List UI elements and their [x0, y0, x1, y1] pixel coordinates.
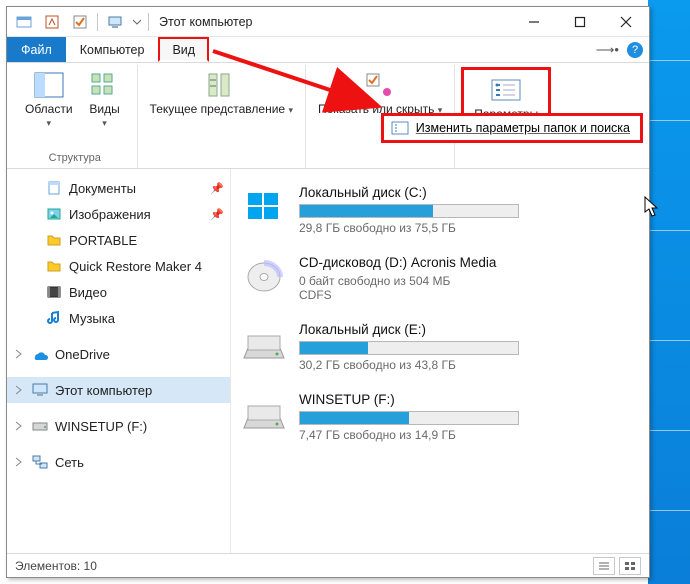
chevron-right-icon — [13, 384, 25, 396]
drive-name: Локальный диск (C:) — [299, 185, 639, 200]
window-title: Этот компьютер — [159, 15, 252, 29]
drive-name: CD-дисковод (D:) Acronis Media — [299, 255, 639, 270]
onedrive-icon — [31, 345, 49, 363]
drive-free-space: 0 байт свободно из 504 МБ — [299, 274, 639, 288]
ribbon-tabs: Файл Компьютер Вид ⟶• ? — [7, 37, 649, 63]
checkbox-icon[interactable] — [67, 10, 93, 34]
drive-free-space: 29,8 ГБ свободно из 75,5 ГБ — [299, 221, 639, 235]
computer-icon — [31, 381, 49, 399]
chevron-right-icon — [13, 456, 25, 468]
status-elements-count: 10 — [84, 559, 97, 573]
drive-free-space: 7,47 ГБ свободно из 14,9 ГБ — [299, 428, 639, 442]
app-icon[interactable] — [11, 10, 37, 34]
window-body: Документы📌 Изображения📌 PORTABLE Quick R… — [7, 169, 649, 553]
nav-winsetup[interactable]: WINSETUP (F:) — [7, 413, 230, 439]
tab-file[interactable]: Файл — [7, 37, 66, 62]
explorer-window: Этот компьютер Файл Компьютер Вид ⟶• ? О… — [6, 6, 650, 578]
nav-music[interactable]: Музыка — [7, 305, 230, 331]
nav-this-pc[interactable]: Этот компьютер — [7, 377, 230, 403]
drive-free-space: 30,2 ГБ свободно из 43,8 ГБ — [299, 358, 639, 372]
quick-access-toolbar — [7, 7, 155, 36]
folder-icon — [45, 257, 63, 275]
ribbon-group-structure: Области Виды Структура — [13, 65, 138, 168]
tab-computer[interactable]: Компьютер — [66, 37, 159, 62]
maximize-button[interactable] — [557, 7, 603, 36]
options-dropdown-label: Изменить параметры папок и поиска — [416, 121, 630, 135]
pin-icon: 📌 — [210, 182, 224, 195]
content-pane[interactable]: Локальный диск (C:) 29,8 ГБ свободно из … — [231, 169, 649, 553]
drive-item[interactable]: WINSETUP (F:) 7,47 ГБ свободно из 14,9 Г… — [241, 392, 639, 442]
minimize-button[interactable] — [511, 7, 557, 36]
drive-usage-bar — [299, 341, 519, 355]
options-icon — [489, 74, 523, 106]
help-icon[interactable]: ? — [627, 42, 643, 58]
pin-icon: 📌 — [210, 208, 224, 221]
documents-icon — [45, 179, 63, 197]
desktop-background — [648, 0, 690, 584]
nav-qrm[interactable]: Quick Restore Maker 4 — [7, 253, 230, 279]
details-view-button[interactable] — [593, 557, 615, 575]
layout-button[interactable]: Виды — [79, 67, 131, 132]
nav-documents[interactable]: Документы📌 — [7, 175, 230, 201]
caption-buttons — [511, 7, 649, 36]
status-elements-label: Элементов: — [15, 559, 80, 573]
drive-name: WINSETUP (F:) — [299, 392, 639, 407]
drive-filesystem: CDFS — [299, 288, 639, 302]
drive-item[interactable]: CD-дисковод (D:) Acronis Media 0 байт св… — [241, 255, 639, 302]
drive-icon — [241, 394, 287, 434]
current-view-button[interactable]: Текущее представление — [144, 67, 299, 119]
thispc-icon — [102, 10, 128, 34]
drive-usage-bar — [299, 411, 519, 425]
nav-network[interactable]: Сеть — [7, 449, 230, 475]
nav-video[interactable]: Видео — [7, 279, 230, 305]
options-small-icon — [390, 120, 410, 136]
status-bar: Элементов: 10 — [7, 553, 649, 577]
sort-columns-icon — [204, 69, 238, 101]
ribbon-group-current-view: Текущее представление — [138, 65, 306, 168]
ribbon-collapse-icon[interactable]: ⟶• — [596, 42, 619, 58]
video-icon — [45, 283, 63, 301]
qat-dropdown-icon[interactable] — [130, 10, 144, 34]
show-hide-icon — [363, 69, 397, 101]
drive-icon — [31, 417, 49, 435]
tiles-view-button[interactable] — [619, 557, 641, 575]
network-icon — [31, 453, 49, 471]
close-button[interactable] — [603, 7, 649, 36]
drive-usage-bar — [299, 204, 519, 218]
title-bar: Этот компьютер — [7, 7, 649, 37]
drive-name: Локальный диск (E:) — [299, 322, 639, 337]
nav-images[interactable]: Изображения📌 — [7, 201, 230, 227]
pictures-icon — [45, 205, 63, 223]
navigation-pane-icon — [32, 69, 66, 101]
layout-icon — [88, 69, 122, 101]
nav-onedrive[interactable]: OneDrive — [7, 341, 230, 367]
drive-icon — [241, 324, 287, 364]
options-dropdown-item[interactable]: Изменить параметры папок и поиска — [381, 113, 643, 143]
navigation-pane[interactable]: Документы📌 Изображения📌 PORTABLE Quick R… — [7, 169, 231, 553]
drive-icon — [241, 187, 287, 227]
tab-view[interactable]: Вид — [158, 37, 209, 62]
drive-item[interactable]: Локальный диск (C:) 29,8 ГБ свободно из … — [241, 185, 639, 235]
drive-icon — [241, 257, 287, 297]
folder-icon — [45, 231, 63, 249]
properties-icon[interactable] — [39, 10, 65, 34]
chevron-right-icon — [13, 348, 25, 360]
chevron-right-icon — [13, 420, 25, 432]
music-icon — [45, 309, 63, 327]
drive-item[interactable]: Локальный диск (E:) 30,2 ГБ свободно из … — [241, 322, 639, 372]
show-hide-button[interactable]: Показать или скрыть — [312, 67, 448, 119]
nav-portable[interactable]: PORTABLE — [7, 227, 230, 253]
panes-button[interactable]: Области — [19, 67, 79, 132]
